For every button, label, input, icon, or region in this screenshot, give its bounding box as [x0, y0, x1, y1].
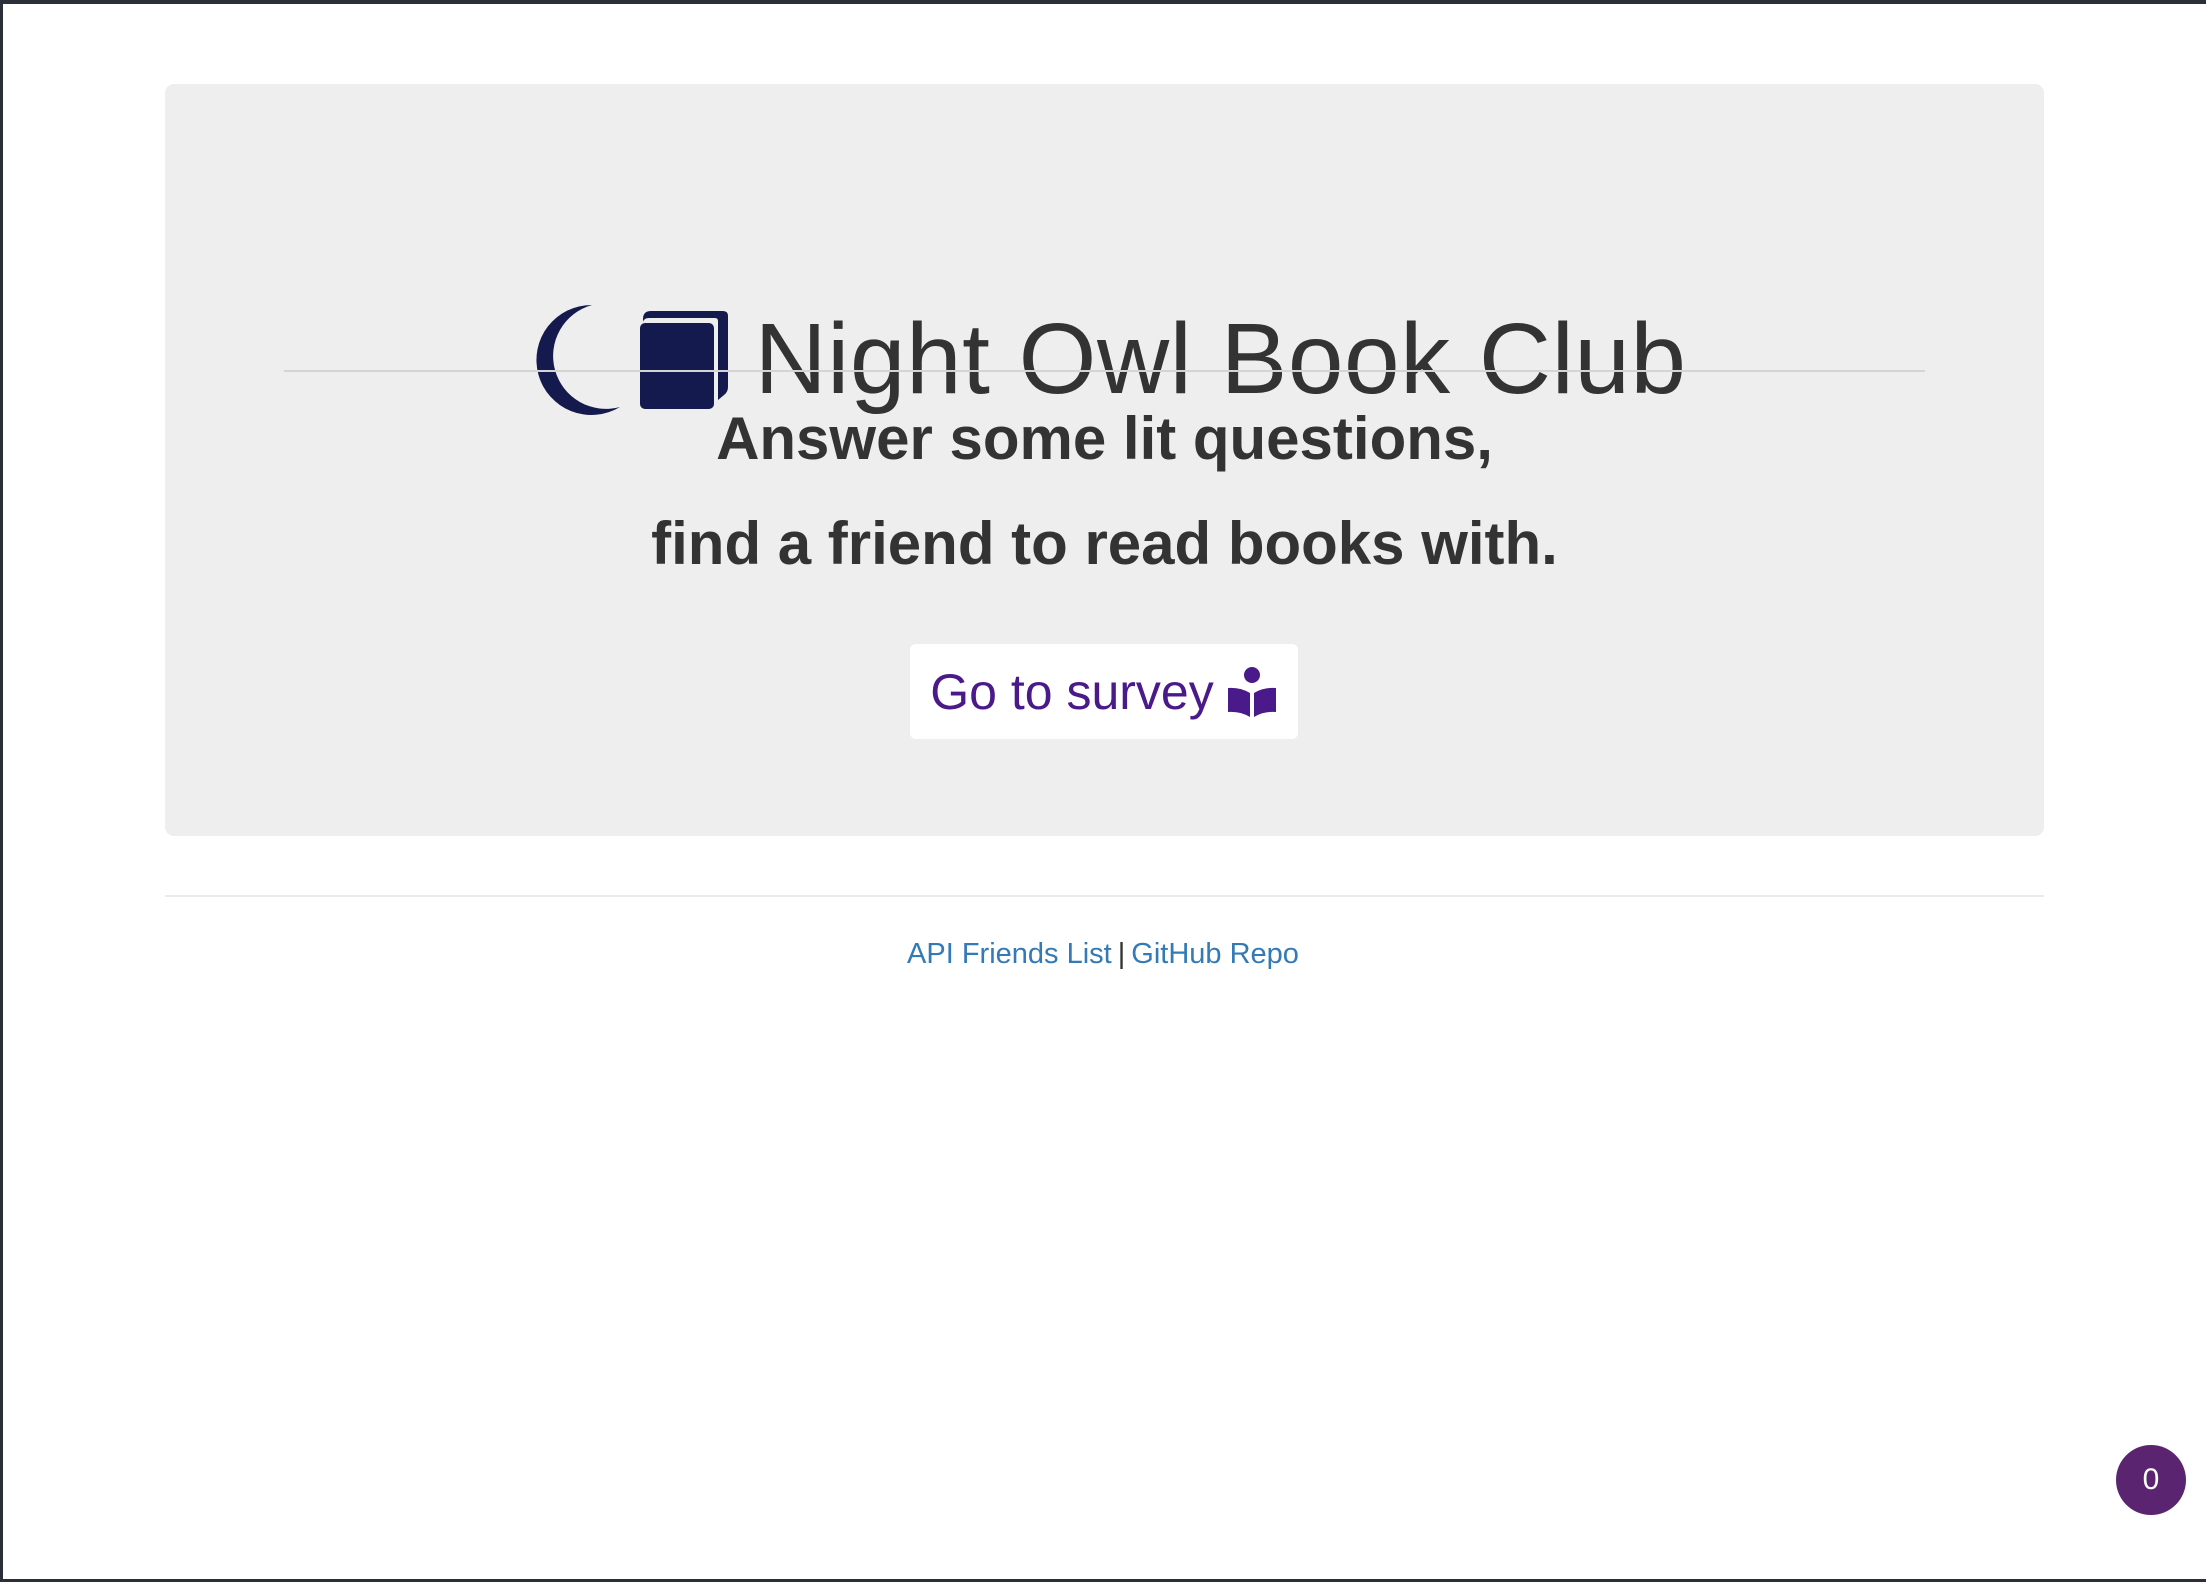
- footer-divider: [165, 895, 2044, 897]
- window-left-border: [0, 0, 3, 1582]
- subtitle-line-2: find a friend to read books with.: [651, 510, 1558, 577]
- window-top-border: [0, 0, 2206, 4]
- page-title: Night Owl Book Club: [754, 302, 1687, 415]
- footer-separator: |: [1117, 938, 1126, 970]
- survey-button-label: Go to survey: [930, 663, 1214, 720]
- api-friends-list-link[interactable]: API Friends List: [907, 938, 1112, 970]
- subtitle-line-1: Answer some lit questions,: [716, 405, 1493, 472]
- go-to-survey-button[interactable]: Go to survey: [910, 644, 1298, 739]
- github-repo-link[interactable]: GitHub Repo: [1131, 938, 1299, 970]
- footer: API Friends List | GitHub Repo: [0, 938, 2206, 971]
- book-icon: [640, 311, 729, 409]
- count-badge[interactable]: 0: [2116, 1445, 2186, 1515]
- moon-icon: [536, 304, 621, 415]
- title-divider: [284, 370, 1925, 372]
- hero-panel: Night Owl Book Club Answer some lit ques…: [165, 84, 2044, 836]
- book-reader-icon: [1227, 666, 1276, 717]
